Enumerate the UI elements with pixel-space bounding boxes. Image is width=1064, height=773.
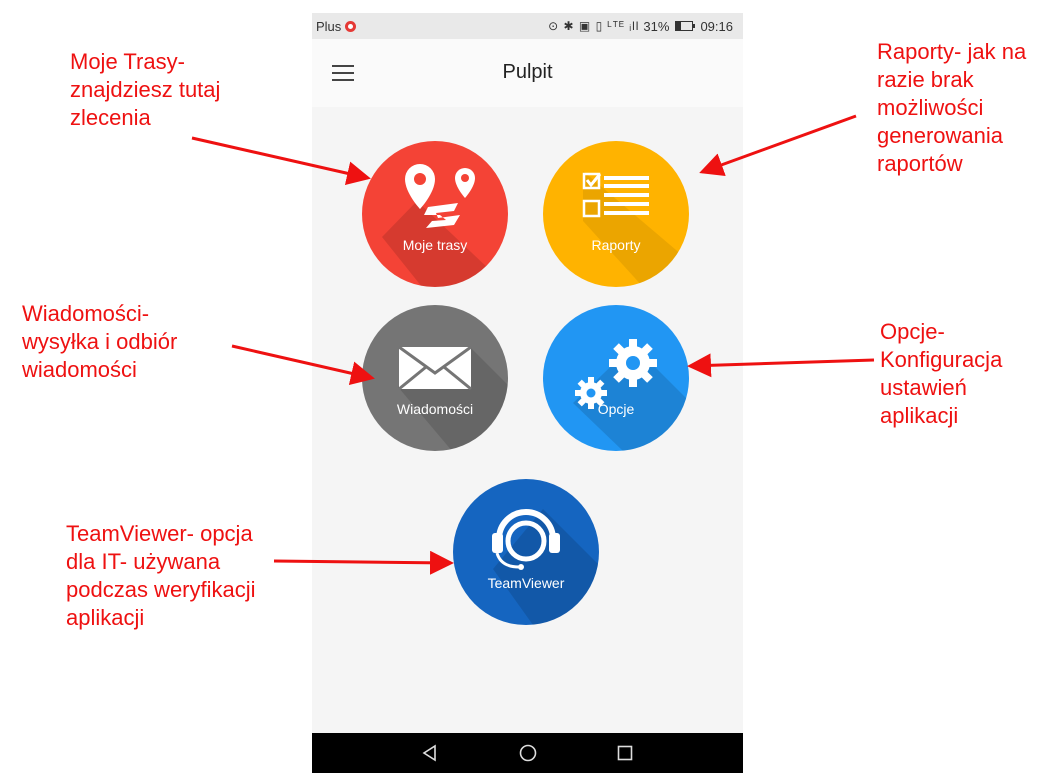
arrow-to-reports	[699, 114, 857, 177]
annotation-line: Moje Trasy-	[70, 49, 185, 74]
annotation-line: Konfiguracja	[880, 347, 1003, 372]
annotation-line: raportów	[877, 151, 963, 176]
arrow-to-routes	[191, 136, 371, 186]
annotation-line: Raporty- jak na	[877, 39, 1027, 64]
annotation-routes: Moje Trasy- znajdziesz tutaj zlecenia	[70, 48, 220, 132]
annotation-line: znajdziesz tutaj	[70, 77, 221, 102]
annotation-line: Wiadomości-	[22, 301, 150, 326]
annotation-teamviewer: TeamViewer- opcja dla IT- używana podcza…	[66, 520, 256, 632]
annotation-line: razie brak	[877, 67, 974, 92]
annotation-line: ustawień	[880, 375, 967, 400]
annotation-line: Opcje-	[880, 319, 945, 344]
annotation-line: aplikacji	[880, 403, 959, 428]
arrow-to-options	[687, 353, 875, 378]
annotation-messages: Wiadomości- wysyłka i odbiór wiadomości	[22, 300, 177, 384]
annotation-line: generowania	[877, 123, 1003, 148]
annotation-line: wiadomości	[22, 357, 137, 382]
annotation-line: zlecenia	[70, 105, 151, 130]
arrow-to-teamviewer	[273, 550, 454, 575]
annotation-line: wysyłka i odbiór	[22, 329, 178, 354]
annotation-line: możliwości	[877, 95, 984, 120]
annotation-line: dla IT- używana	[66, 549, 221, 574]
annotation-reports: Raporty- jak na razie brak możliwości ge…	[877, 38, 1026, 178]
annotation-line: podczas weryfikacji	[66, 577, 256, 602]
annotation-options: Opcje- Konfiguracja ustawień aplikacji	[880, 318, 1002, 430]
arrow-to-messages	[231, 344, 375, 386]
annotation-line: aplikacji	[66, 605, 145, 630]
annotation-line: TeamViewer- opcja	[66, 521, 253, 546]
